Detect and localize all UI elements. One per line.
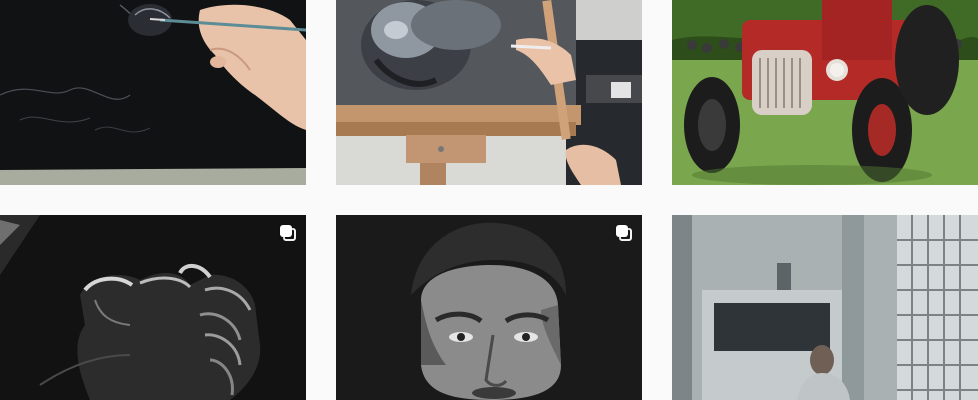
post-image-portrait-easel [336,0,642,185]
post-tile-hands-drawing[interactable] [0,215,306,400]
post-image-drawing-black-paper [0,0,306,185]
post-image-male-portrait [336,215,642,400]
multiple-images-icon [280,225,296,241]
post-tile-red-tractor[interactable] [672,0,978,185]
post-image-hands-drawing [0,215,306,400]
post-tile-male-portrait[interactable] [336,215,642,400]
multiple-images-icon [616,225,632,241]
post-tile-portrait-easel[interactable] [336,0,642,185]
post-tile-drawing-black-paper[interactable] [0,0,306,185]
post-image-studio-room [672,215,978,400]
post-image-red-tractor [672,0,978,185]
post-grid [0,0,978,400]
post-tile-studio-room[interactable] [672,215,978,400]
